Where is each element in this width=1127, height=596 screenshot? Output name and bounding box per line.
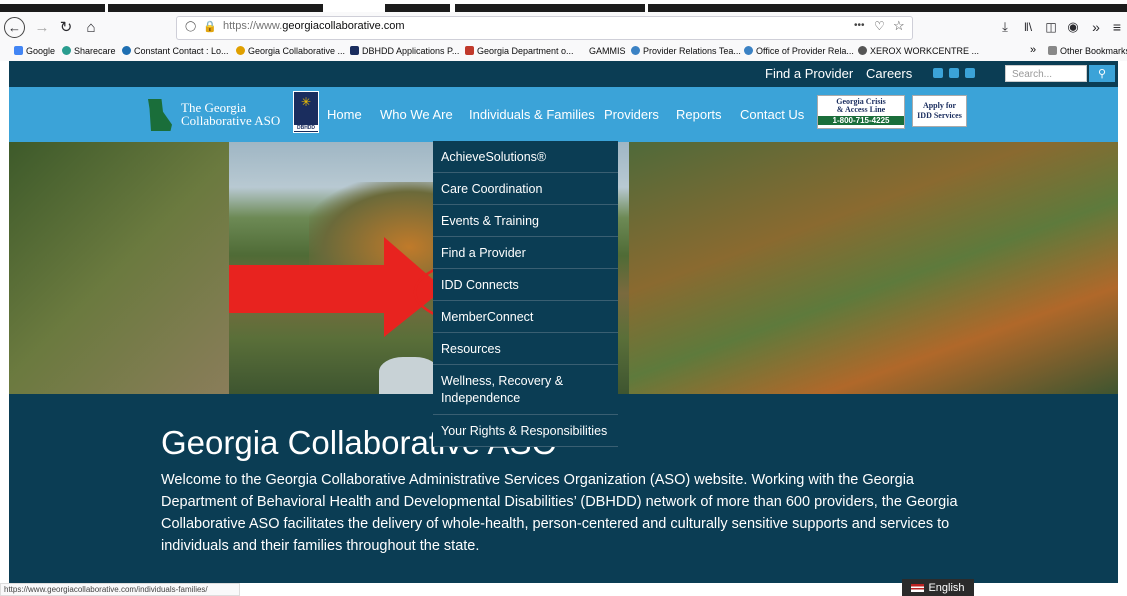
site-utility-bar: Find a Provider Careers Search... ⚲	[9, 61, 1118, 87]
crisis-line-banner[interactable]: Georgia Crisis & Access Line 1-800-715-4…	[817, 95, 905, 129]
star-icon: ✳	[301, 95, 312, 109]
forward-icon[interactable]: →	[31, 16, 53, 38]
page-actions-icon[interactable]: •••	[854, 20, 865, 31]
flickr-icon[interactable]	[933, 68, 943, 78]
provider-icon	[744, 46, 753, 55]
bookmark-item[interactable]: Constant Contact : Lo...	[122, 46, 229, 56]
url-bar[interactable]: ◯ 🔒 https://www.georgiacollaborative.com…	[176, 16, 913, 40]
bookmark-star-icon[interactable]: ☆	[893, 18, 905, 34]
menu-item-wellness-recovery[interactable]: Wellness, Recovery & Independence	[433, 365, 618, 415]
individuals-families-dropdown: AchieveSolutions® Care Coordination Even…	[433, 141, 618, 447]
menu-item-memberconnect[interactable]: MemberConnect	[433, 301, 618, 333]
bookmark-item[interactable]: Provider Relations Tea...	[631, 46, 741, 56]
flag-icon	[465, 46, 474, 55]
search-icon: ⚲	[1097, 68, 1107, 80]
provider-icon	[631, 46, 640, 55]
folder-icon	[1048, 46, 1057, 55]
google-icon	[14, 46, 23, 55]
status-bar-url: https://www.georgiacollaborative.com/ind…	[0, 583, 240, 596]
menu-item-find-provider[interactable]: Find a Provider	[433, 237, 618, 269]
hamburger-menu-icon[interactable]: ≡	[1106, 16, 1127, 38]
main-navigation: The Georgia Collaborative ASO ✳ DBHDD Hom…	[9, 87, 1118, 142]
dbhdd-logo[interactable]: ✳ DBHDD	[293, 91, 319, 133]
language-selector[interactable]: English	[902, 579, 974, 596]
search-button[interactable]: ⚲	[1089, 65, 1115, 82]
bookmark-item[interactable]: Sharecare	[62, 46, 116, 56]
library-icon[interactable]: ‖\	[1017, 16, 1039, 38]
nav-home[interactable]: Home	[327, 107, 362, 122]
overflow-chevron-icon[interactable]: »	[1085, 16, 1107, 38]
forest-right	[629, 142, 1118, 394]
pocket-icon[interactable]: ♡	[874, 19, 885, 33]
georgia-map-icon	[148, 99, 172, 131]
language-label: English	[928, 581, 965, 594]
menu-item-idd-connects[interactable]: IDD Connects	[433, 269, 618, 301]
bookmark-item[interactable]: XEROX WORKCENTRE ...	[858, 46, 979, 56]
browser-toolbar: ← → ↻ ⌂ ◯ 🔒 https://www.georgiacollabora…	[0, 12, 1127, 43]
us-flag-icon	[911, 583, 925, 592]
url-text: https://www.georgiacollaborative.com	[223, 20, 405, 32]
nav-who-we-are[interactable]: Who We Are	[380, 107, 453, 122]
constant-contact-icon	[122, 46, 131, 55]
bookmark-item[interactable]: Office of Provider Rela...	[744, 46, 854, 56]
shield-icon: ◯	[185, 21, 197, 32]
dbhdd-label: DBHDD	[294, 125, 318, 131]
dbhdd-icon	[350, 46, 359, 55]
linkedin-icon[interactable]	[965, 68, 975, 78]
menu-item-care-coordination[interactable]: Care Coordination	[433, 173, 618, 205]
bookmark-item[interactable]: Georgia Collaborative ...	[236, 46, 345, 56]
cliff-left	[9, 142, 229, 394]
reload-icon[interactable]: ↻	[55, 16, 77, 38]
bookmark-item[interactable]: Georgia Department o...	[465, 46, 574, 56]
sidebar-icon[interactable]: ◫	[1040, 16, 1062, 38]
bookmarks-overflow-icon[interactable]: »	[1030, 44, 1036, 56]
bookmark-item[interactable]: DBHDD Applications P...	[350, 46, 459, 56]
menu-item-rights-responsibilities[interactable]: Your Rights & Responsibilities	[433, 415, 618, 447]
bookmark-item[interactable]: Google	[14, 46, 55, 56]
nav-providers[interactable]: Providers	[604, 107, 659, 122]
crisis-subtitle: & Access Line	[836, 105, 886, 114]
logo-text: The Georgia Collaborative ASO	[181, 100, 281, 128]
careers-link[interactable]: Careers	[866, 66, 912, 81]
home-icon[interactable]: ⌂	[80, 16, 102, 38]
gc-icon	[236, 46, 245, 55]
download-icon[interactable]: ⤓	[994, 16, 1016, 38]
bookmark-item[interactable]: GAMMIS	[589, 46, 626, 56]
globe-icon	[858, 46, 867, 55]
nav-contact-us[interactable]: Contact Us	[740, 107, 804, 122]
back-icon[interactable]: ←	[4, 17, 25, 38]
nav-individuals-families[interactable]: Individuals & Families	[469, 107, 595, 122]
menu-item-achievesolutions[interactable]: AchieveSolutions®	[433, 141, 618, 173]
nav-reports[interactable]: Reports	[676, 107, 722, 122]
menu-item-resources[interactable]: Resources	[433, 333, 618, 365]
welcome-body: Welcome to the Georgia Collaborative Adm…	[161, 472, 958, 554]
apply-idd-button[interactable]: Apply for IDD Services	[912, 95, 967, 127]
find-provider-link[interactable]: Find a Provider	[765, 66, 853, 81]
account-icon[interactable]: ◉	[1062, 16, 1084, 38]
other-bookmarks[interactable]: Other Bookmarks	[1048, 46, 1127, 56]
site-logo[interactable]: The Georgia Collaborative ASO	[145, 95, 305, 135]
tab-strip	[0, 0, 1127, 12]
menu-item-events-training[interactable]: Events & Training	[433, 205, 618, 237]
twitter-icon[interactable]	[949, 68, 959, 78]
search-input[interactable]: Search...	[1005, 65, 1087, 82]
sharecare-icon	[62, 46, 71, 55]
lock-icon: 🔒	[203, 21, 217, 33]
bookmarks-bar: Google Sharecare Constant Contact : Lo..…	[0, 42, 1127, 61]
river	[379, 357, 439, 394]
crisis-phone: 1-800-715-4225	[818, 116, 904, 125]
